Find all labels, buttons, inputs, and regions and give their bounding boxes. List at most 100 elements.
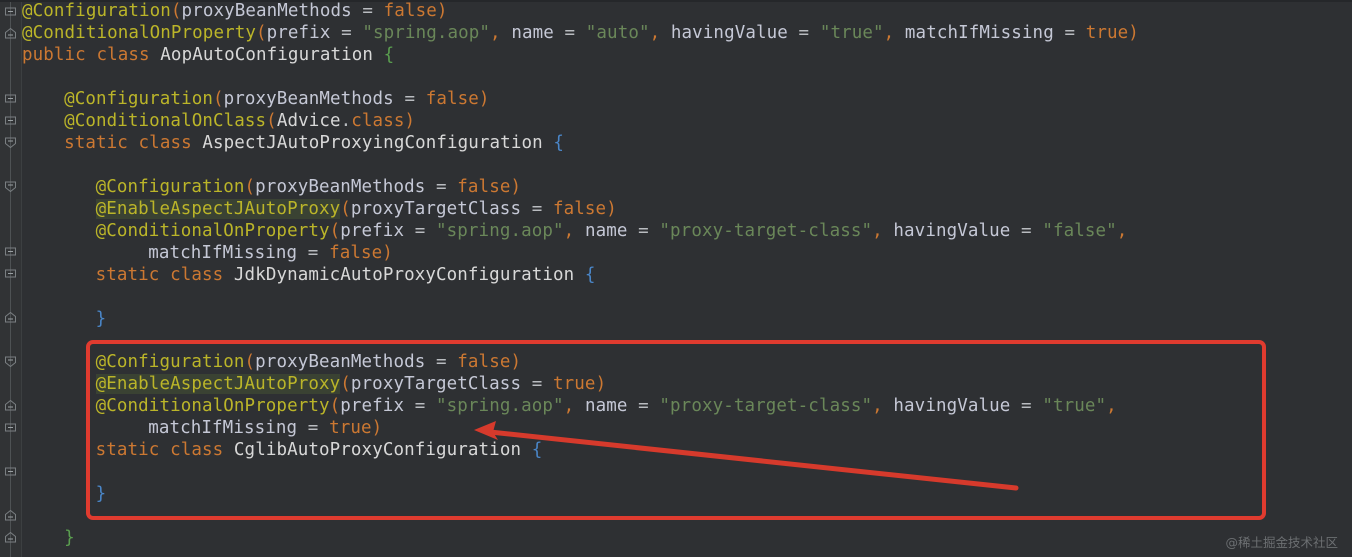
code-token: class	[170, 440, 224, 460]
code-token: "spring.aop"	[436, 221, 564, 241]
code-token: =	[330, 23, 363, 43]
code-token: }	[95, 484, 107, 504]
code-token: )	[606, 199, 617, 219]
code-token: {	[531, 440, 543, 460]
code-token: =	[1010, 221, 1043, 241]
code-token: havingValue	[893, 396, 1011, 416]
editor-gutter[interactable]	[0, 0, 22, 557]
code-token: )	[371, 418, 383, 438]
code-token: AopAutoConfiguration	[160, 45, 374, 65]
fold-region-icon[interactable]	[3, 135, 18, 150]
fold-collapse-icon[interactable]	[3, 266, 18, 281]
code-token: name	[511, 23, 554, 43]
code-token: prefix	[340, 396, 405, 416]
code-token: ,	[563, 396, 585, 416]
code-token: (	[340, 374, 351, 394]
code-token: =	[1010, 396, 1043, 416]
fold-region-icon[interactable]	[3, 179, 18, 194]
code-token: "proxy-target-class"	[659, 221, 873, 241]
code-token: }	[95, 309, 107, 329]
fold-collapse-icon[interactable]	[3, 113, 18, 128]
code-token: false	[329, 243, 383, 263]
code-surface[interactable]: @Configuration(proxyBeanMethods = false)…	[22, 0, 1352, 557]
code-token: matchIfMissing	[148, 418, 298, 438]
code-token: public	[22, 45, 86, 65]
code-token: =	[351, 1, 384, 21]
code-token: =	[521, 374, 554, 394]
code-token: class	[351, 111, 405, 131]
code-line: @EnableAspectJAutoProxy(proxyTargetClass…	[95, 373, 607, 395]
code-token: )	[510, 177, 522, 197]
code-token: =	[297, 243, 330, 263]
code-token: @ConditionalOnProperty	[95, 221, 330, 241]
code-token: =	[404, 396, 437, 416]
code-token: static	[95, 265, 160, 285]
code-token: class	[96, 45, 150, 65]
top-edge-shadow	[0, 0, 1352, 2]
code-token: "proxy-target-class"	[659, 396, 873, 416]
code-token: prefix	[340, 221, 405, 241]
code-token: Advice	[276, 111, 341, 131]
fold-expand-icon[interactable]	[3, 26, 18, 41]
fold-expand-icon[interactable]	[3, 530, 18, 545]
code-token: =	[627, 221, 660, 241]
code-token: .	[340, 111, 352, 131]
fold-collapse-icon[interactable]	[3, 420, 18, 435]
fold-collapse-icon[interactable]	[3, 91, 18, 106]
fold-expand-icon[interactable]	[3, 508, 18, 523]
code-token: @Configuration	[95, 352, 245, 372]
code-token: @ConditionalOnProperty	[95, 396, 330, 416]
code-token: ,	[1106, 396, 1117, 416]
code-line: @ConditionalOnClass(Advice.class)	[64, 110, 415, 132]
code-token: }	[64, 528, 75, 548]
code-token: ,	[872, 396, 894, 416]
code-token: @Configuration	[64, 89, 213, 109]
code-line: @EnableAspectJAutoProxy(proxyTargetClass…	[95, 198, 617, 220]
fold-collapse-icon[interactable]	[3, 4, 18, 19]
code-token: (	[329, 396, 341, 416]
code-token: (	[244, 177, 256, 197]
fold-collapse-icon[interactable]	[3, 398, 18, 413]
fold-expand-icon[interactable]	[3, 310, 18, 325]
code-token: (	[340, 199, 351, 219]
code-token: prefix	[266, 23, 331, 43]
code-token: "auto"	[585, 23, 650, 43]
code-token: static	[95, 440, 160, 460]
code-token: havingValue	[670, 23, 788, 43]
code-token: matchIfMissing	[148, 243, 298, 263]
fold-collapse-icon[interactable]	[3, 464, 18, 479]
code-line: @ConditionalOnProperty(prefix = "spring.…	[22, 22, 1139, 44]
fold-region-icon[interactable]	[3, 354, 18, 369]
code-token: proxyTargetClass	[350, 374, 522, 394]
code-token: false	[553, 199, 607, 219]
watermark-text: @稀土掘金技术社区	[1225, 535, 1338, 550]
code-token: proxyTargetClass	[350, 199, 522, 219]
code-line: @Configuration(proxyBeanMethods = false)	[96, 176, 521, 198]
code-token: =	[521, 199, 554, 219]
code-line: @ConditionalOnProperty(prefix = "spring.…	[96, 395, 1117, 417]
code-token: @ConditionalOnProperty	[22, 23, 256, 43]
code-token: "true"	[819, 23, 884, 43]
code-line: }	[96, 308, 107, 330]
code-token: (	[256, 23, 267, 43]
code-token: class	[138, 133, 192, 153]
code-token: =	[297, 418, 330, 438]
code-token: "true"	[1042, 396, 1107, 416]
code-token: @Configuration	[22, 1, 171, 21]
code-token: {	[383, 45, 395, 65]
fold-collapse-icon[interactable]	[3, 244, 18, 259]
code-line: public class AopAutoConfiguration {	[22, 44, 394, 66]
code-token: )	[436, 1, 448, 21]
code-token: )	[478, 89, 490, 109]
code-token: ,	[872, 221, 894, 241]
code-token: static	[64, 133, 128, 153]
code-token: ,	[1116, 221, 1128, 241]
